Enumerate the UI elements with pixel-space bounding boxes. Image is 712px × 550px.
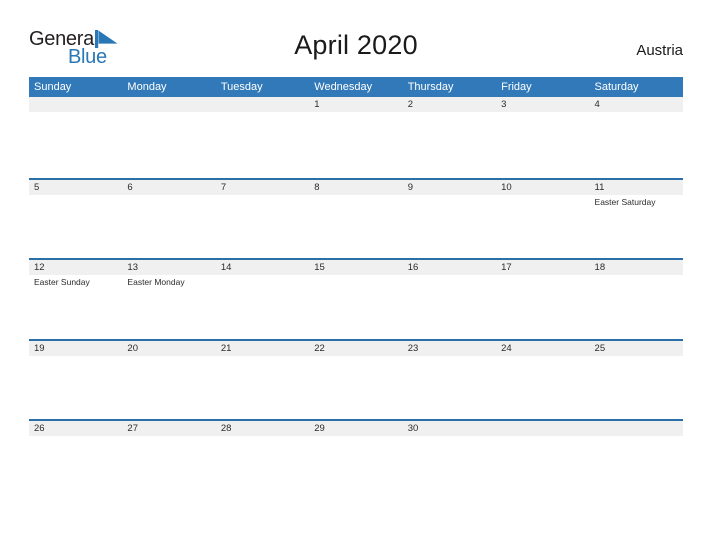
day-cell[interactable]: 15 (309, 260, 402, 339)
day-number: 18 (594, 262, 606, 273)
day-cell[interactable]: 6 (122, 180, 215, 259)
day-cell[interactable] (122, 97, 215, 178)
page-title: April 2020 (294, 30, 418, 60)
calendar-week-row: 1 2 3 4 (29, 97, 683, 178)
weekday-header-tuesday: Tuesday (220, 81, 263, 93)
day-number: 2 (407, 99, 413, 110)
day-cell[interactable]: 12 Easter Sunday (29, 260, 122, 339)
weekday-header-saturday: Saturday (594, 81, 639, 93)
day-cell[interactable] (496, 421, 589, 500)
day-cell[interactable]: 2 (403, 97, 496, 178)
day-cell[interactable]: 19 (29, 341, 122, 420)
day-event: Easter Saturday (594, 196, 656, 207)
day-cell[interactable]: 29 (309, 421, 402, 500)
day-cell[interactable]: 3 (496, 97, 589, 178)
day-cell[interactable]: 20 (122, 341, 215, 420)
day-cell[interactable]: 13 Easter Monday (122, 260, 215, 339)
day-cell[interactable]: 16 (403, 260, 496, 339)
day-number: 30 (407, 423, 419, 434)
day-event: Easter Monday (127, 277, 185, 287)
day-number: 25 (594, 342, 606, 354)
day-cell[interactable]: 1 (309, 97, 402, 178)
day-number: 27 (127, 423, 138, 434)
day-number: 11 (594, 181, 605, 193)
day-cell[interactable]: 24 (496, 341, 589, 420)
calendar-page: General Blue April 2020 Austria Sunday M… (0, 0, 712, 550)
day-number: 8 (314, 181, 320, 193)
day-number: 1 (314, 99, 320, 110)
weekday-header-sunday: Sunday (34, 81, 72, 93)
day-cell[interactable]: 22 (309, 341, 402, 420)
day-cell[interactable]: 9 (403, 180, 496, 259)
day-cell[interactable] (29, 97, 122, 178)
day-number: 12 (34, 262, 45, 273)
day-cell[interactable]: 28 (216, 421, 309, 500)
day-cell[interactable]: 25 (590, 341, 683, 420)
day-cell[interactable]: 21 (216, 341, 309, 420)
day-cell[interactable]: 8 (309, 180, 402, 259)
day-number: 28 (220, 423, 232, 434)
day-number: 17 (501, 262, 512, 273)
day-cell[interactable]: 14 (216, 260, 309, 339)
day-number: 16 (407, 262, 419, 273)
day-number: 20 (127, 342, 138, 354)
day-number: 23 (407, 342, 419, 354)
calendar-grid: Sunday Monday Tuesday Wednesday Thursday… (29, 77, 683, 500)
day-number: 3 (501, 99, 507, 110)
day-number: 6 (127, 181, 133, 193)
day-cell[interactable] (216, 97, 309, 178)
country-label: Austria (636, 42, 683, 59)
weekday-header-wednesday: Wednesday (314, 81, 373, 93)
day-number: 21 (220, 342, 232, 354)
day-number: 10 (501, 181, 512, 193)
day-cell[interactable]: 11 Easter Saturday (590, 180, 683, 259)
day-number: 9 (407, 181, 413, 193)
calendar-week-row: 5 6 7 8 9 10 11 Easter Saturday (29, 177, 683, 259)
day-number: 7 (220, 181, 227, 193)
day-cell[interactable]: 26 (29, 421, 122, 500)
day-cell[interactable]: 10 (496, 180, 589, 259)
day-cell[interactable]: 4 (590, 97, 683, 178)
day-cell[interactable]: 30 (403, 421, 496, 500)
calendar-week-row: 12 Easter Sunday 13 Easter Monday 14 15 16… (29, 258, 683, 339)
calendar-week-row: 26 27 28 29 30 (29, 419, 683, 500)
day-number: 4 (594, 99, 600, 110)
day-number: 14 (220, 262, 232, 273)
day-cell[interactable]: 18 (590, 260, 683, 339)
day-number: 24 (501, 342, 512, 354)
day-cell[interactable]: 5 (29, 180, 122, 259)
day-number: 15 (314, 262, 325, 273)
weekday-header-monday: Monday (127, 81, 167, 93)
day-cell[interactable]: 23 (403, 341, 496, 420)
day-number: 22 (314, 342, 325, 354)
weekday-header-row: Sunday Monday Tuesday Wednesday Thursday… (29, 77, 683, 97)
day-number: 5 (34, 181, 40, 193)
day-cell[interactable] (590, 421, 683, 500)
page-header: General Blue April 2020 Austria (0, 0, 712, 72)
weekday-header-thursday: Thursday (407, 81, 454, 93)
day-cell[interactable]: 27 (122, 421, 215, 500)
day-cell[interactable]: 17 (496, 260, 589, 339)
weekday-header-friday: Friday (501, 81, 532, 93)
day-number: 19 (34, 342, 45, 354)
day-number: 29 (314, 423, 325, 434)
day-number: 26 (34, 423, 45, 434)
day-number: 13 (127, 262, 138, 273)
calendar-week-row: 19 20 21 22 23 24 25 (29, 338, 683, 420)
day-cell[interactable]: 7 (216, 180, 309, 259)
day-event: Easter Sunday (34, 277, 90, 287)
